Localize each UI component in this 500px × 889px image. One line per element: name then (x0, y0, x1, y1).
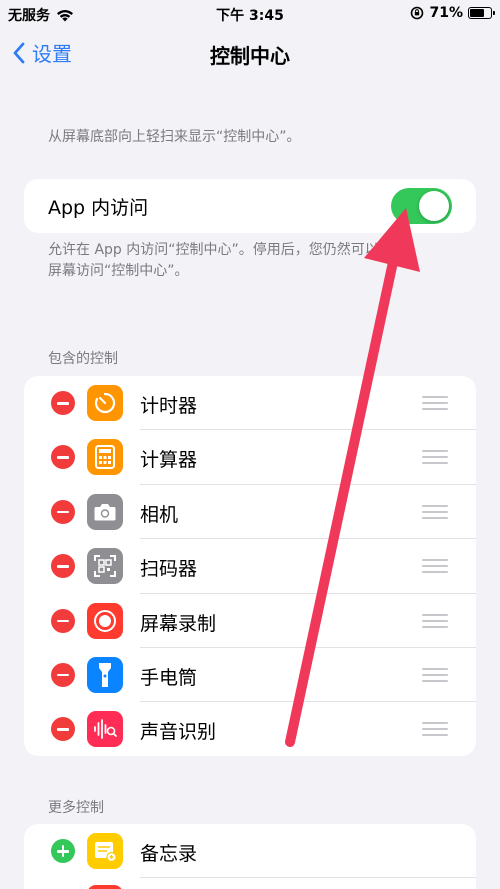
included-controls-list: 计时器 计算器 相机 扫码器 屏幕录制 手电筒 声音识别 (24, 376, 476, 756)
control-label: 计时器 (140, 395, 198, 417)
intro-note: 从屏幕底部向上轻扫来显示“控制中心”。 (48, 129, 301, 145)
reorder-handle-icon[interactable] (422, 504, 448, 523)
remove-button[interactable] (51, 554, 75, 579)
remove-button[interactable] (51, 445, 75, 470)
reorder-handle-icon[interactable] (422, 559, 448, 577)
control-row-screen-recording: 屏幕录制 (24, 594, 476, 648)
notes-icon (87, 833, 123, 869)
remove-button[interactable] (51, 662, 75, 687)
control-label: 相机 (140, 503, 179, 526)
remove-button[interactable] (51, 717, 75, 742)
included-controls-header: 包含的控制 (48, 351, 118, 367)
app-icon (87, 885, 123, 889)
more-controls-list: 备忘录 (24, 824, 476, 889)
control-label: 声音识别 (140, 721, 217, 744)
remove-button[interactable] (51, 391, 75, 415)
status-bar: 无服务 下午 3:45 71% (0, 0, 500, 26)
control-row-notes: 备忘录 (24, 824, 476, 879)
control-label: 屏幕录制 (140, 612, 217, 635)
reorder-handle-icon[interactable] (422, 450, 448, 468)
control-row-timer: 计时器 (24, 376, 476, 431)
in-app-access-note-line1: 允许在 App 内访问“控制中心”。停用后，您仍然可以从主 (48, 242, 407, 258)
control-label: 扫码器 (140, 558, 198, 581)
control-row-calculator: 计算器 (24, 430, 476, 485)
more-controls-header: 更多控制 (48, 800, 104, 816)
control-row-partial (24, 878, 476, 889)
add-button[interactable] (51, 839, 75, 863)
control-row-camera: 相机 (24, 485, 476, 540)
control-label: 备忘录 (140, 843, 198, 865)
toggle-knob (419, 191, 449, 221)
timer-icon (87, 385, 123, 421)
status-right: 71% (410, 5, 495, 21)
remove-button[interactable] (51, 608, 75, 633)
reorder-handle-icon[interactable] (422, 722, 448, 740)
calculator-icon (87, 439, 123, 476)
control-row-qr-scanner: 扫码器 (24, 539, 476, 594)
qr-scanner-icon (87, 548, 123, 585)
in-app-access-note-line2: 屏幕访问“控制中心”。 (48, 263, 189, 279)
battery-level (470, 9, 485, 17)
control-row-flashlight: 手电筒 (24, 648, 476, 703)
reorder-handle-icon[interactable] (422, 667, 448, 686)
control-label: 计算器 (140, 449, 198, 472)
control-label: 手电筒 (140, 666, 198, 689)
control-row-sound-recognition: 声音识别 (24, 702, 476, 756)
battery-percent: 71% (429, 5, 463, 21)
sound-recognition-icon (87, 711, 123, 748)
reorder-handle-icon[interactable] (422, 613, 448, 632)
flashlight-icon (87, 656, 123, 693)
page-title: 控制中心 (210, 44, 290, 68)
orientation-lock-icon (411, 6, 424, 20)
camera-icon (87, 493, 123, 530)
screen-recording-icon (87, 602, 123, 639)
in-app-access-label: App 内访问 (48, 196, 149, 219)
battery-icon (468, 7, 495, 19)
remove-button[interactable] (51, 499, 75, 524)
reorder-handle-icon[interactable] (422, 396, 448, 414)
in-app-access-note: 允许在 App 内访问“控制中心”。停用后，您仍然可以从主 屏幕访问“控制中心”… (48, 240, 407, 282)
in-app-access-toggle[interactable] (391, 188, 452, 224)
in-app-access-card: App 内访问 (24, 179, 476, 233)
nav-bar: 设置 控制中心 (0, 30, 500, 74)
